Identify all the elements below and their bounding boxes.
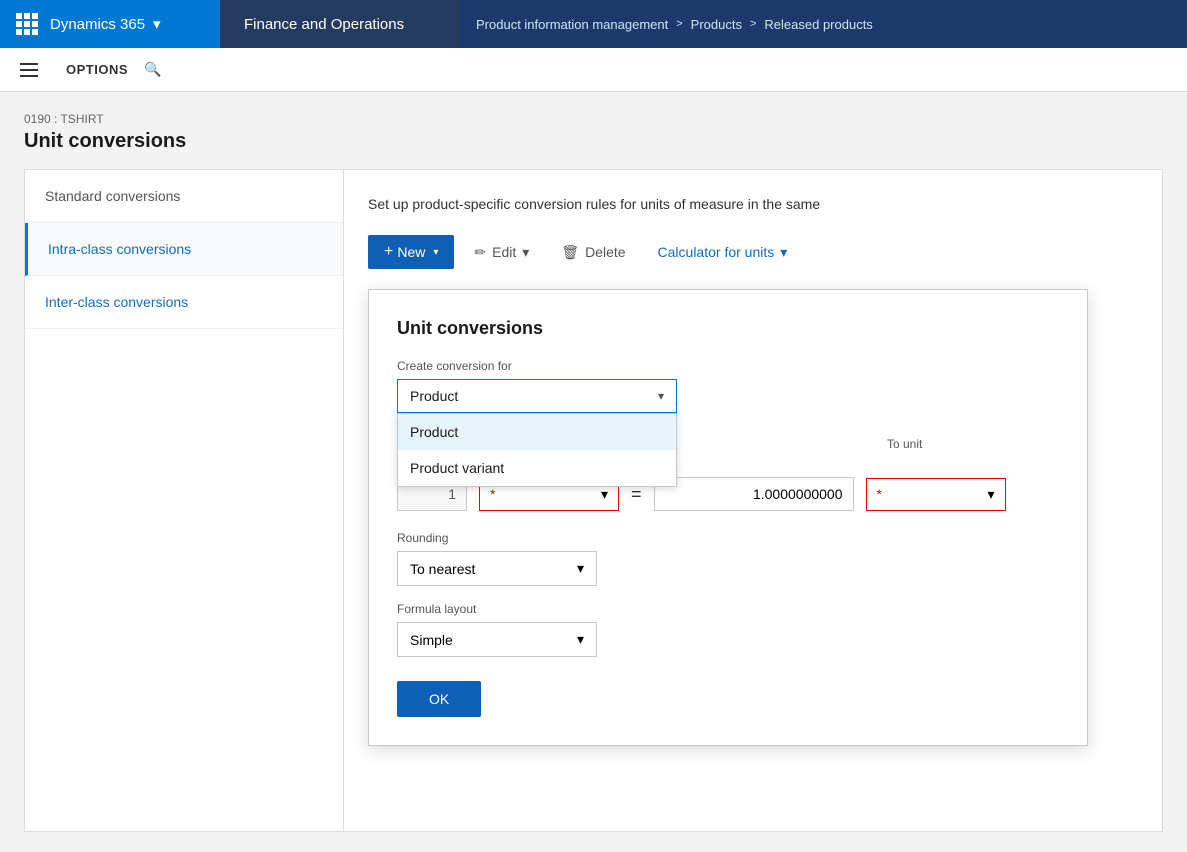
breadcrumb-pim[interactable]: Product information management — [476, 17, 668, 32]
delete-button[interactable]: 🗑 Delete — [549, 236, 637, 269]
dropdown-option-product[interactable]: Product — [398, 414, 676, 450]
dropdown-selected-value: Product — [410, 388, 458, 404]
brand-section[interactable]: Dynamics 365 ▾ — [0, 0, 220, 48]
dropdown-option-product-variant[interactable]: Product variant — [398, 450, 676, 486]
toolbar: OPTIONS 🔍 — [0, 48, 1187, 92]
breadcrumb-sep1: > — [676, 18, 682, 30]
two-column-layout: Standard conversions Intra-class convers… — [24, 169, 1163, 832]
formula-group: Formula layout Simple ▾ — [397, 602, 1059, 657]
content-area: 0190 : TSHIRT Unit conversions Standard … — [0, 92, 1187, 852]
panel-description: Set up product-specific conversion rules… — [368, 194, 1138, 215]
plus-icon: + — [384, 243, 393, 261]
formula-dropdown[interactable]: Simple ▾ — [397, 622, 597, 657]
create-conversion-dropdown[interactable]: Product ▾ — [397, 379, 677, 413]
to-unit-select[interactable]: * ▾ — [866, 478, 1006, 511]
hamburger-menu[interactable] — [16, 59, 42, 81]
to-value-input[interactable] — [654, 477, 854, 511]
breadcrumb-released[interactable]: Released products — [764, 17, 872, 32]
from-unit-arrow: ▾ — [601, 486, 608, 503]
dropdown-list: Product Product variant — [397, 413, 677, 487]
edit-dropdown-arrow: ▾ — [522, 244, 529, 261]
page-breadcrumb: 0190 : TSHIRT — [24, 112, 1163, 126]
calculator-button[interactable]: Calculator for units ▾ — [646, 236, 800, 269]
sidebar-item-inter[interactable]: Inter-class conversions — [25, 276, 343, 329]
brand-name: Dynamics 365 — [50, 16, 145, 33]
to-unit-arrow: ▾ — [987, 486, 994, 503]
conversion-panel-title: Unit conversions — [397, 318, 1059, 339]
edit-label: Edit — [492, 244, 516, 260]
action-bar: + New ▾ ✏ Edit ▾ 🗑 Delete Calculator for… — [368, 235, 1138, 269]
sidebar-item-standard[interactable]: Standard conversions — [25, 170, 343, 223]
conversion-panel: Unit conversions Create conversion for P… — [368, 289, 1088, 746]
delete-label: Delete — [585, 244, 625, 260]
from-unit-asterisk: * — [490, 486, 495, 502]
left-sidebar: Standard conversions Intra-class convers… — [24, 169, 344, 832]
ok-label: OK — [429, 691, 449, 707]
rounding-group: Rounding To nearest ▾ — [397, 531, 1059, 586]
formula-label: Formula layout — [397, 602, 1059, 616]
new-label: New — [397, 244, 425, 260]
rounding-chevron-icon: ▾ — [577, 560, 584, 577]
pencil-icon: ✏ — [474, 244, 486, 261]
ok-button[interactable]: OK — [397, 681, 481, 717]
waffle-icon[interactable] — [16, 13, 38, 35]
finance-label: Finance and Operations — [220, 0, 460, 48]
top-navigation: Dynamics 365 ▾ Finance and Operations Pr… — [0, 0, 1187, 48]
sidebar-item-intra[interactable]: Intra-class conversions — [25, 223, 343, 276]
calculator-label: Calculator for units — [658, 244, 775, 260]
rounding-label: Rounding — [397, 531, 1059, 545]
chevron-down-icon: ▾ — [658, 389, 664, 403]
edit-button[interactable]: ✏ Edit ▾ — [462, 236, 541, 269]
page-title: Unit conversions — [24, 130, 1163, 153]
formula-chevron-icon: ▾ — [577, 631, 584, 648]
options-label: OPTIONS — [66, 62, 128, 77]
rounding-value: To nearest — [410, 561, 475, 577]
breadcrumb-sep2: > — [750, 18, 756, 30]
new-button[interactable]: + New ▾ — [368, 235, 454, 269]
search-icon[interactable]: 🔍 — [144, 61, 161, 78]
breadcrumb-products[interactable]: Products — [691, 17, 742, 32]
brand-chevron: ▾ — [153, 15, 161, 33]
right-panel: Set up product-specific conversion rules… — [344, 169, 1163, 832]
calc-dropdown-arrow: ▾ — [780, 244, 787, 261]
to-unit-label: To unit — [887, 437, 1027, 451]
create-conversion-label: Create conversion for — [397, 359, 1059, 373]
formula-value: Simple — [410, 632, 453, 648]
create-conversion-dropdown-wrapper: Product ▾ Product Product variant — [397, 379, 677, 413]
trash-icon: 🗑 — [561, 244, 579, 261]
new-dropdown-arrow: ▾ — [433, 247, 438, 258]
breadcrumb-bar: Product information management > Product… — [460, 0, 1187, 48]
rounding-dropdown[interactable]: To nearest ▾ — [397, 551, 597, 586]
to-unit-asterisk: * — [877, 486, 882, 502]
